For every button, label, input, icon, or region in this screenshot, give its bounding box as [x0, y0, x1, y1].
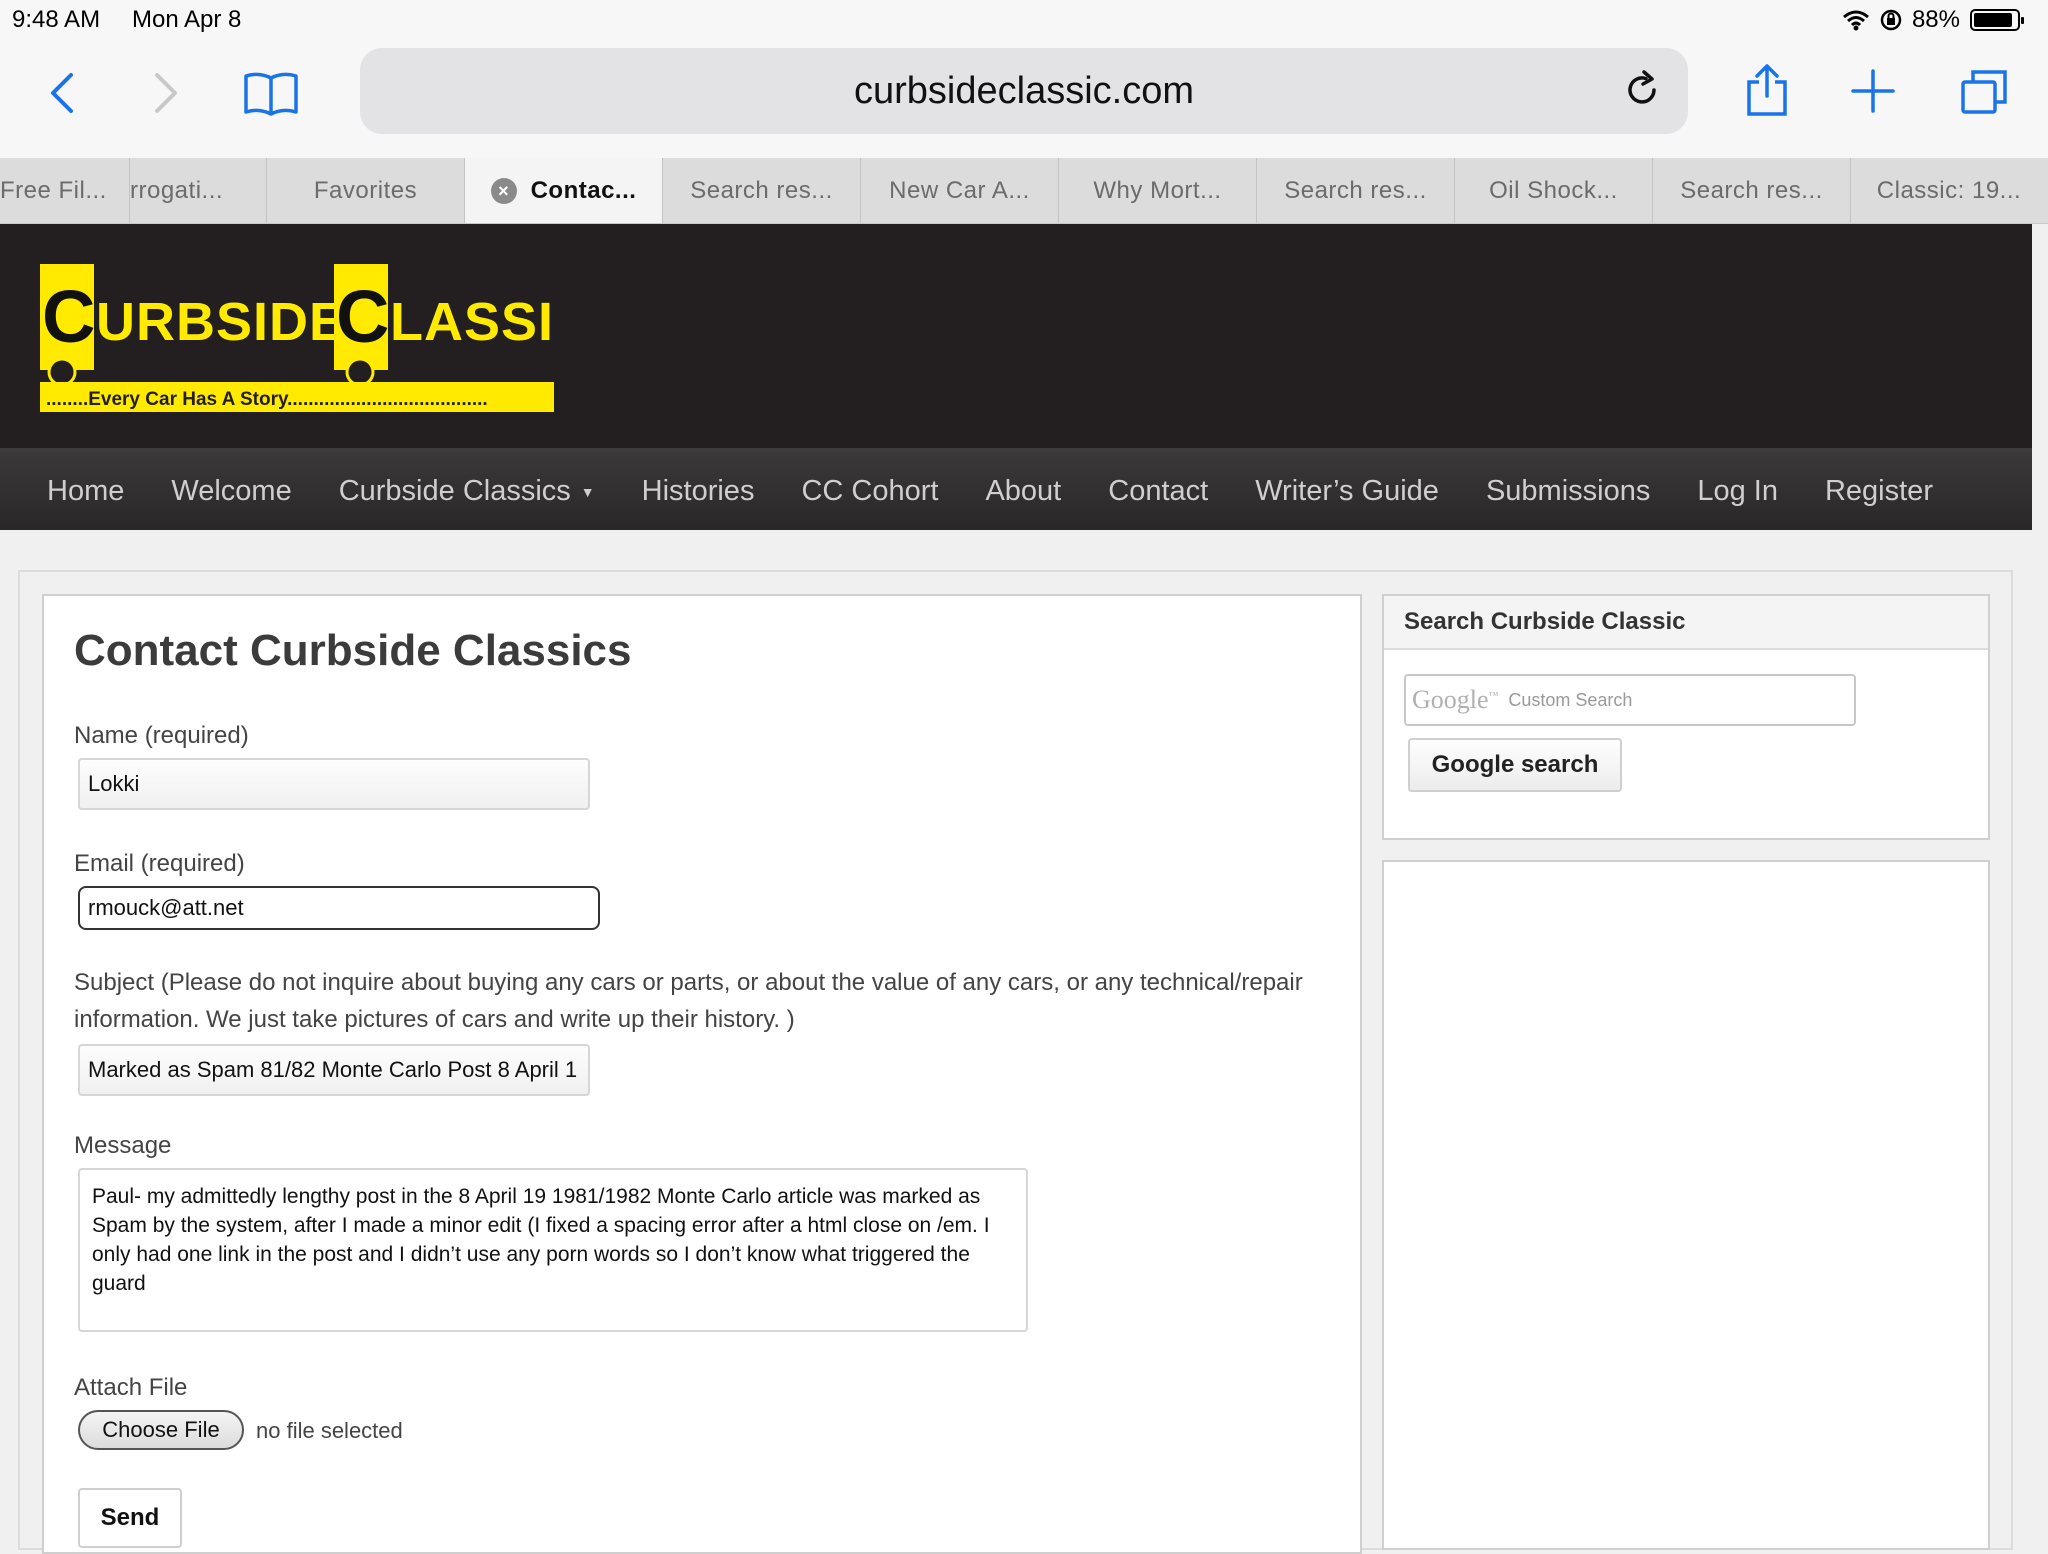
book-icon	[244, 72, 298, 116]
plus-icon	[1851, 69, 1895, 113]
bookmarks-button[interactable]	[240, 66, 302, 120]
name-label: Name (required)	[74, 722, 249, 749]
google-search-button[interactable]: Google search	[1408, 738, 1622, 792]
tab-strip: Free Fil... rrogati... Favorites × Conta…	[0, 158, 2048, 224]
search-input[interactable]: Google™ Custom Search	[1404, 674, 1856, 726]
subject-label: Subject (Please do not inquire about buy…	[74, 969, 1303, 1033]
google-logo: Google™	[1412, 685, 1499, 714]
svg-text:C: C	[336, 275, 389, 358]
tab-2[interactable]: Favorites	[267, 158, 465, 223]
search-placeholder: Custom Search	[1508, 689, 1633, 710]
back-button[interactable]	[40, 68, 84, 118]
address-bar[interactable]: curbsideclassic.com	[360, 48, 1688, 134]
nav-home[interactable]: Home	[47, 475, 124, 508]
status-indicators: 88%	[1842, 6, 2024, 34]
svg-text:URBSIDE: URBSIDE	[96, 292, 346, 352]
email-field[interactable]: rmouck@att.net	[78, 886, 600, 930]
attach-label: Attach File	[74, 1374, 188, 1401]
forward-button[interactable]	[144, 68, 188, 118]
url-text: curbsideclassic.com	[854, 69, 1194, 112]
nav-welcome[interactable]: Welcome	[171, 475, 291, 508]
status-date: Mon Apr 8	[132, 6, 242, 33]
tab-5[interactable]: New Car A...	[861, 158, 1059, 223]
nav-submissions[interactable]: Submissions	[1486, 475, 1650, 508]
chevron-left-icon	[51, 73, 73, 113]
choose-file-button[interactable]: Choose File	[78, 1410, 244, 1450]
share-icon	[1747, 64, 1787, 116]
page-title: Contact Curbside Classics	[74, 626, 632, 675]
nav-curbside-classics[interactable]: Curbside Classics ▼	[339, 475, 595, 508]
file-status: no file selected	[256, 1418, 403, 1443]
tab-4[interactable]: Search res...	[663, 158, 861, 223]
tab-9[interactable]: Search res...	[1653, 158, 1851, 223]
site-logo[interactable]: C URBSIDE C LASSIC ........Every Car Has…	[40, 264, 554, 414]
subject-field[interactable]: Marked as Spam 81/82 Monte Carlo Post 8 …	[78, 1044, 590, 1096]
send-button[interactable]: Send	[78, 1488, 182, 1548]
battery-icon	[1970, 9, 2024, 31]
orientation-lock-icon	[1880, 9, 1902, 31]
chevron-down-icon: ▼	[580, 483, 595, 500]
message-field[interactable]: Paul- my admittedly lengthy post in the …	[78, 1168, 1028, 1332]
svg-text:........Every Car Has A Story.: ........Every Car Has A Story...........…	[46, 389, 488, 410]
sidebar-empty-widget	[1382, 860, 1990, 1550]
tab-3-active[interactable]: × Contac...	[465, 158, 663, 223]
tabs-icon	[1961, 70, 2007, 114]
new-tab-button[interactable]	[1848, 66, 1898, 116]
share-button[interactable]	[1742, 60, 1792, 120]
message-label: Message	[74, 1132, 172, 1159]
reload-icon	[1628, 70, 1656, 104]
tab-6[interactable]: Why Mort...	[1059, 158, 1257, 223]
tabs-overview-button[interactable]	[1956, 66, 2012, 118]
nav-register[interactable]: Register	[1825, 475, 1933, 508]
close-tab-icon[interactable]: ×	[490, 178, 517, 204]
email-label: Email (required)	[74, 850, 245, 877]
chevron-right-icon	[155, 73, 177, 113]
nav-histories[interactable]: Histories	[642, 475, 755, 508]
name-field[interactable]: Lokki	[78, 758, 590, 810]
nav-contact[interactable]: Contact	[1108, 475, 1208, 508]
status-bar: 9:48 AM Mon Apr 8 88%	[0, 0, 2048, 40]
tab-8[interactable]: Oil Shock...	[1455, 158, 1653, 223]
battery-percent: 88%	[1911, 6, 1960, 33]
reload-button[interactable]	[1622, 70, 1662, 110]
nav-writers-guide[interactable]: Writer’s Guide	[1255, 475, 1439, 508]
contact-form-panel: Contact Curbside Classics Name (required…	[42, 594, 1362, 1554]
svg-text:LASSIC: LASSIC	[390, 292, 554, 352]
tab-10[interactable]: Classic: 19...	[1851, 158, 2047, 223]
tab-7[interactable]: Search res...	[1257, 158, 1455, 223]
wifi-icon	[1842, 10, 1869, 31]
search-widget-title: Search Curbside Classic	[1384, 596, 1988, 650]
tab-1[interactable]: rrogati...	[130, 158, 267, 223]
site-header: C URBSIDE C LASSIC ........Every Car Has…	[0, 224, 2032, 448]
browser-toolbar: curbsideclassic.com	[0, 40, 2048, 158]
status-time: 9:48 AM	[12, 6, 101, 33]
nav-cc-cohort[interactable]: CC Cohort	[801, 475, 938, 508]
tab-0[interactable]: Free Fil...	[0, 158, 130, 223]
main-nav: Home Welcome Curbside Classics ▼ Historie…	[0, 448, 2032, 530]
nav-about[interactable]: About	[985, 475, 1061, 508]
search-widget: Search Curbside Classic Google™ Custom S…	[1382, 594, 1990, 840]
nav-log-in[interactable]: Log In	[1697, 475, 1778, 508]
svg-text:C: C	[42, 275, 95, 358]
